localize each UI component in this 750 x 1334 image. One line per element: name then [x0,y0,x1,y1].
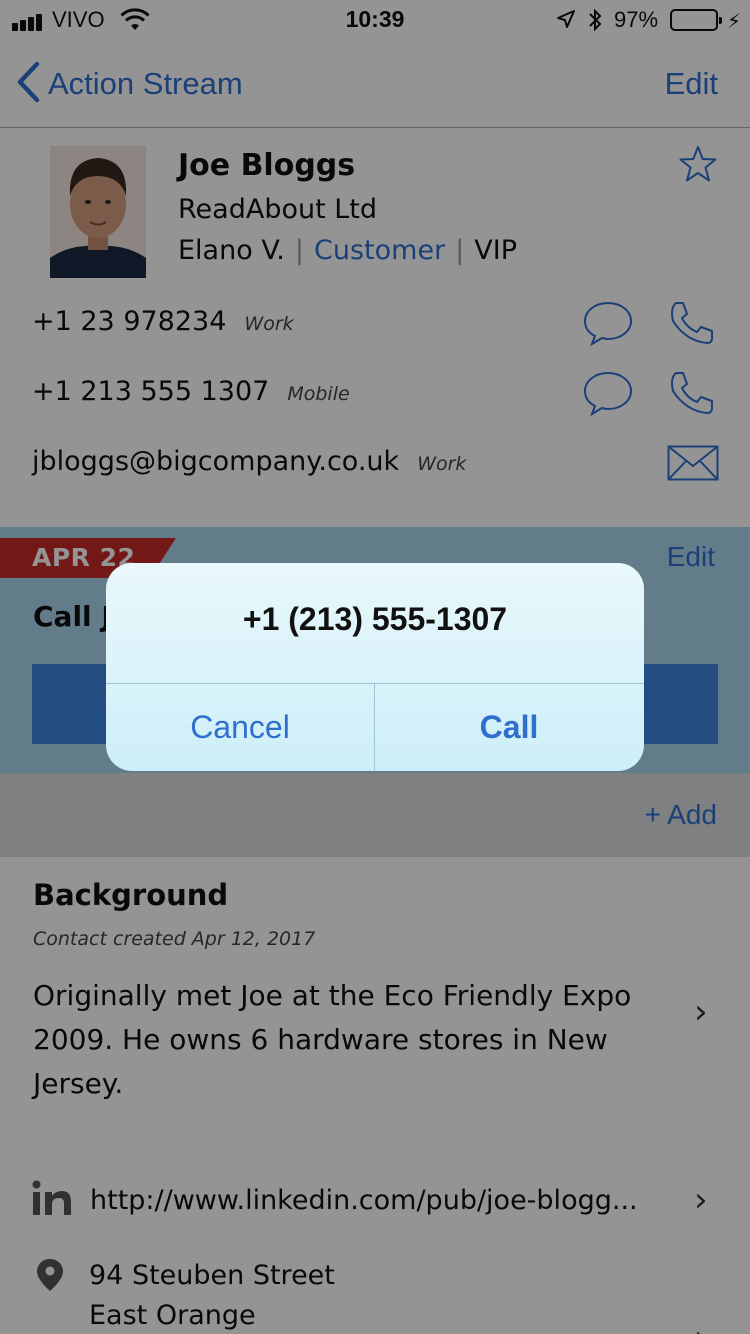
cancel-button[interactable]: Cancel [106,684,374,771]
alert-phone-number: +1 (213) 555-1307 [242,601,508,637]
call-alert-dialog: +1 (213) 555-1307 Cancel Call [106,563,644,771]
call-button[interactable]: Call [375,684,643,771]
